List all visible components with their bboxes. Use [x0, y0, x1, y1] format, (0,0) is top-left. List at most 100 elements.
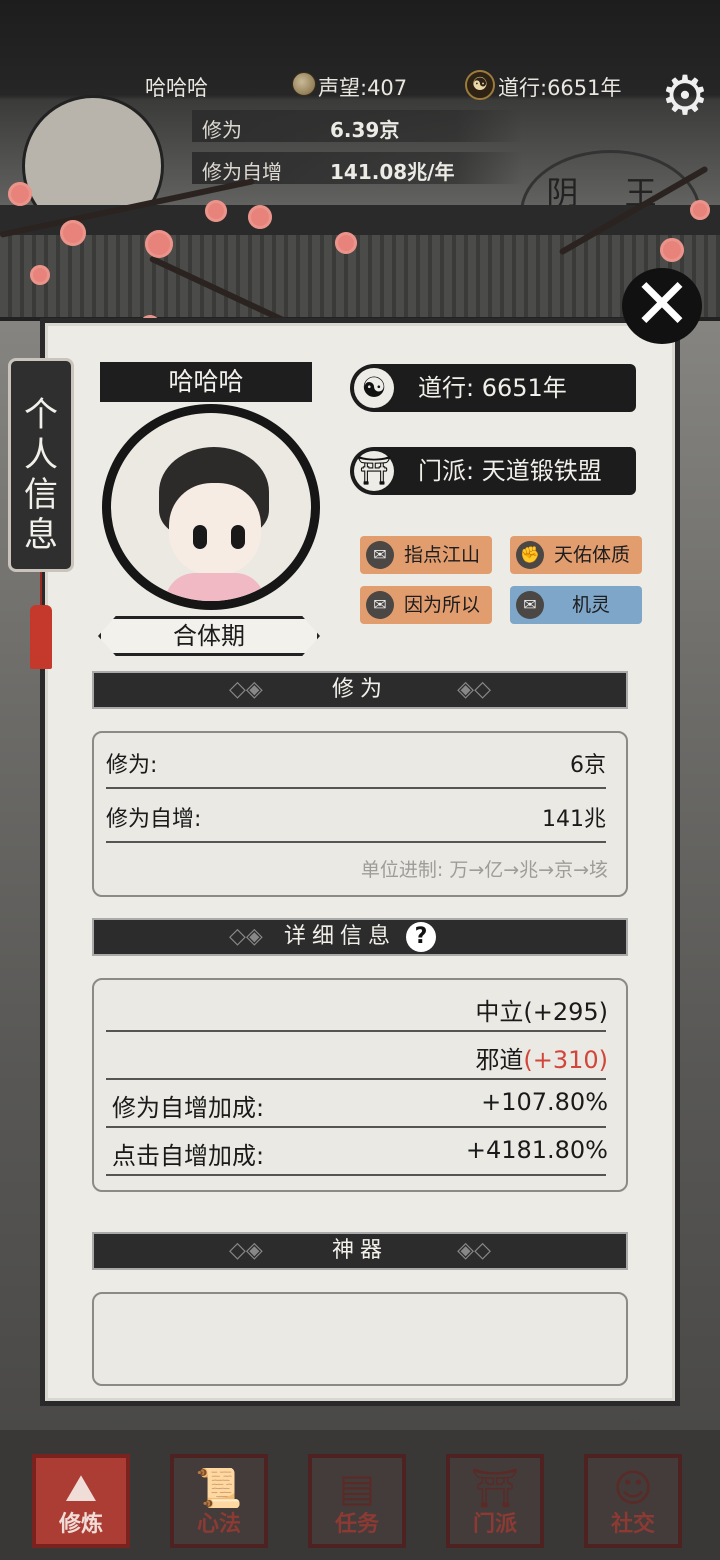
temple-icon: ⛩ [354, 451, 394, 491]
ornament-icon: ◇◈ [229, 677, 263, 702]
scroll-icon: ✉ [366, 591, 394, 619]
roof-tiles [0, 235, 720, 321]
nav-label: 任务 [334, 1512, 379, 1537]
close-icon: ✕ [632, 263, 692, 345]
blossom [690, 200, 710, 220]
row-label: 修为: [106, 753, 158, 778]
gear-icon[interactable]: ⚙ [657, 68, 713, 124]
header-stat-value: 6.39京 [330, 118, 400, 142]
coin-icon [292, 72, 316, 96]
yin-yang-icon: ☯ [354, 368, 394, 408]
portrait-face [169, 483, 261, 575]
portrait-eye [193, 525, 207, 549]
nav-label: 社交 [610, 1512, 655, 1537]
nav-cultivate[interactable]: ⛰ 修炼 [32, 1454, 130, 1548]
ornament-icon: ◇◈ [229, 924, 263, 949]
side-tab-char: 个 [24, 395, 58, 435]
cultivation-row: 修为: 6京 [106, 737, 606, 785]
nav-label: 修炼 [58, 1512, 103, 1537]
trait-label: 指点江山 [404, 544, 481, 566]
ornament-icon: ◇◈ [229, 1238, 263, 1263]
alignment-neutral: 中立(+295) [475, 998, 608, 1026]
blossom [145, 230, 173, 258]
nav-tasks[interactable]: ▤ 任务 [308, 1454, 406, 1548]
row-value: 141兆 [542, 807, 606, 832]
side-tab-char: 人 [24, 435, 58, 475]
nav-label: 门派 [472, 1512, 517, 1537]
temple-icon: ⛩ [470, 1466, 520, 1510]
blossom [30, 265, 50, 285]
section-header-artifacts: ◇◈ 神器 ◈◇ [92, 1232, 628, 1270]
daoxing-text: 道行:6651年 [498, 76, 622, 100]
section-header-details: ◇◈ 详细信息? [92, 918, 628, 956]
trait-badge[interactable]: ✉ 因为所以 [360, 586, 492, 624]
player-name: 哈哈哈 [145, 76, 208, 100]
section-header-cultivation: ◇◈ 修为 ◈◇ [92, 671, 628, 709]
nav-mind-method[interactable]: 📜 心法 [170, 1454, 268, 1548]
row-label: 修为自增加成: [112, 1094, 265, 1122]
section-title: 修为 [331, 677, 388, 702]
divider [106, 841, 606, 843]
alignment-evil-name: 邪道 [475, 1046, 524, 1074]
header-stat-label: 修为 [202, 118, 242, 142]
sect-value: 门派: 天道锻铁盟 [418, 457, 602, 485]
blossom [335, 232, 357, 254]
header-stat-growth: 修为自增 141.08兆/年 [192, 152, 522, 184]
section-title: 神器 [331, 1238, 388, 1263]
row-value: +4181.80% [465, 1136, 608, 1164]
tab-personal-info[interactable]: 个 人 信 息 [8, 358, 74, 572]
row-label: 修为自增: [106, 807, 202, 832]
details-card[interactable]: 中立(+295) 邪道(+310) 修为自增加成: +107.80% 点击自增加… [92, 978, 628, 1192]
trait-label: 因为所以 [404, 594, 481, 616]
sect-pill[interactable]: ⛩ 门派: 天道锻铁盟 [350, 447, 636, 495]
section-title: 详细信息 [283, 924, 396, 949]
side-tab-char: 信 [24, 475, 58, 515]
daoxing-pill: ☯ 道行: 6651年 [350, 364, 636, 412]
trait-badge[interactable]: ✉ 机灵 [510, 586, 642, 624]
row-label: 点击自增加成: [112, 1142, 265, 1170]
yin-yang-icon: ☯ [465, 70, 495, 100]
trait-badge[interactable]: ✊ 天佑体质 [510, 536, 642, 574]
nav-label: 心法 [196, 1512, 241, 1537]
blossom [660, 238, 684, 262]
character-portrait [102, 404, 320, 610]
bottom-nav: ⛰ 修炼 📜 心法 ▤ 任务 ⛩ 门派 ☺ 社交 [0, 1430, 720, 1560]
close-button[interactable]: ✕ [622, 268, 702, 344]
artifacts-card[interactable] [92, 1292, 628, 1386]
bonus-row: 修为自增加成: +107.80% [112, 1080, 608, 1128]
reputation-text: 声望:407 [318, 76, 408, 100]
fist-icon: ✊ [516, 541, 544, 569]
divider [106, 1174, 606, 1176]
scroll-icon: 📜 [195, 1466, 243, 1510]
mountain-icon: ⛰ [65, 1466, 97, 1510]
header-stat-cultivation: 修为 6.39京 [192, 110, 522, 142]
nav-social[interactable]: ☺ 社交 [584, 1454, 682, 1548]
tassel [30, 605, 52, 669]
portrait-eye [231, 525, 245, 549]
row-value: 6京 [570, 753, 606, 778]
alignment-evil-row: 邪道(+310) [112, 1032, 608, 1080]
ornament-icon: ◈◇ [457, 677, 491, 702]
blossom [248, 205, 272, 229]
help-icon[interactable]: ? [406, 922, 436, 952]
bonus-row: 点击自增加成: +4181.80% [112, 1128, 608, 1176]
unit-hint: 单位进制: 万→亿→兆→京→垓 [360, 859, 608, 881]
scroll-icon: ✉ [516, 591, 544, 619]
profile-name: 哈哈哈 [100, 362, 312, 402]
alignment-evil: 邪道(+310) [475, 1040, 608, 1075]
list-icon: ▤ [339, 1466, 375, 1510]
daoxing-value: 道行: 6651年 [418, 374, 567, 402]
alignment-neutral-row: 中立(+295) [112, 984, 608, 1032]
side-tab-char: 息 [24, 515, 58, 555]
scroll-icon: ✉ [366, 541, 394, 569]
cultivation-stage: 合体期 [98, 616, 320, 656]
cultivation-card: 修为: 6京 修为自增: 141兆 单位进制: 万→亿→兆→京→垓 [92, 731, 628, 897]
header-stat-value: 141.08兆/年 [330, 160, 455, 184]
row-value: +107.80% [481, 1088, 608, 1116]
ornament-icon: ◈◇ [457, 1238, 491, 1263]
alignment-evil-value: (+310) [523, 1046, 608, 1074]
nav-sect[interactable]: ⛩ 门派 [446, 1454, 544, 1548]
people-icon: ☺ [613, 1466, 653, 1510]
cultivation-row: 修为自增: 141兆 [106, 791, 606, 839]
trait-badge[interactable]: ✉ 指点江山 [360, 536, 492, 574]
